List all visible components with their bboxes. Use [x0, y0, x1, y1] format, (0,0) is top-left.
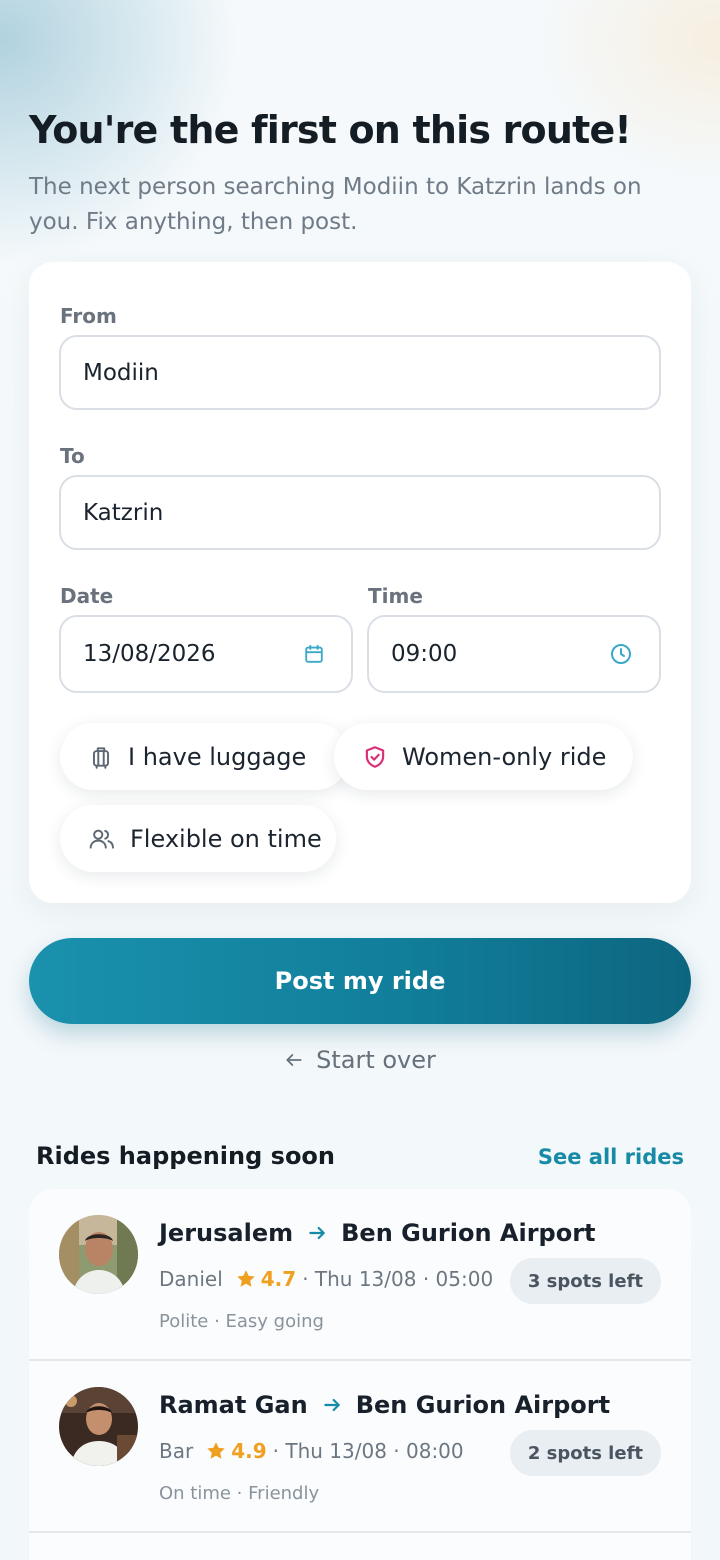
- ride-origin: Ramat Gan: [159, 1391, 308, 1419]
- luggage-icon: [88, 744, 114, 770]
- avatar: [59, 1387, 138, 1466]
- section-title-rides-soon: Rides happening soon: [36, 1142, 336, 1170]
- page-title: You're the first on this route!: [29, 108, 632, 152]
- driver-rating: 4.7: [260, 1267, 297, 1291]
- ride-destination: Ben Gurion Airport: [355, 1391, 611, 1419]
- driver-name: Bar: [159, 1439, 194, 1463]
- to-input[interactable]: Katzrin: [59, 475, 661, 550]
- flexible-time-label: Flexible on time: [130, 824, 322, 853]
- driver-rating: 4.9: [231, 1439, 267, 1463]
- time-input[interactable]: 09:00: [367, 615, 661, 693]
- ride-time: · Thu 13/08 · 08:00: [272, 1439, 464, 1463]
- date-value: 13/08/2026: [83, 641, 216, 667]
- to-label: To: [60, 444, 85, 468]
- arrow-left-icon: [284, 1050, 304, 1070]
- start-over-label: Start over: [316, 1046, 436, 1074]
- ride-origin: Jerusalem: [159, 1219, 294, 1247]
- ride-time: · Thu 13/08 · 05:00: [302, 1267, 494, 1291]
- calendar-icon[interactable]: [303, 643, 325, 665]
- page-subtitle: The next person searching Modiin to Katz…: [29, 174, 642, 235]
- post-ride-screen: You're the first on this route! The next…: [0, 0, 720, 1560]
- star-icon: [235, 1268, 257, 1290]
- date-label: Date: [60, 584, 114, 608]
- from-value: Modiin: [83, 359, 159, 386]
- post-ride-button[interactable]: Post my ride: [29, 938, 691, 1024]
- ride-tags: On time · Friendly: [159, 1483, 320, 1504]
- ride-meta: Bar 4.9 · Thu 13/08 · 08:00: [159, 1439, 464, 1463]
- ride-card[interactable]: Ramat Gan Ben Gurion Airport Bar 4.9 · T…: [29, 1361, 691, 1533]
- shield-icon: [362, 744, 388, 770]
- star-icon: [205, 1440, 227, 1462]
- ride-meta: Daniel 4.7 · Thu 13/08 · 05:00: [159, 1267, 493, 1291]
- see-all-rides-link[interactable]: See all rides: [538, 1145, 684, 1169]
- from-input[interactable]: Modiin: [59, 335, 661, 410]
- ride-destination: Ben Gurion Airport: [341, 1219, 596, 1247]
- to-value: Katzrin: [83, 499, 164, 526]
- arrow-right-icon: [307, 1223, 327, 1243]
- upcoming-rides-list: Jerusalem Ben Gurion Airport Daniel 4.7: [29, 1189, 691, 1560]
- from-label: From: [60, 304, 117, 328]
- spots-badge: 2 spots left: [509, 1430, 661, 1476]
- flexible-time-toggle[interactable]: Flexible on time: [60, 805, 336, 872]
- ride-form-card: From Modiin To Katzrin Date 13/08/2026 T…: [29, 262, 691, 903]
- women-only-toggle[interactable]: Women-only ride: [334, 723, 633, 790]
- driver-name: Daniel: [159, 1267, 223, 1291]
- women-only-label: Women-only ride: [402, 742, 607, 771]
- ride-route: Ramat Gan Ben Gurion Airport: [159, 1391, 610, 1419]
- time-label: Time: [368, 584, 423, 608]
- spots-badge: 3 spots left: [509, 1258, 661, 1304]
- avatar: [59, 1215, 138, 1294]
- clock-icon[interactable]: [609, 642, 633, 666]
- ride-route: Jerusalem Ben Gurion Airport: [159, 1219, 596, 1247]
- start-over-link[interactable]: Start over: [0, 1046, 720, 1074]
- people-icon: [88, 826, 116, 852]
- time-value: 09:00: [391, 641, 458, 667]
- arrow-right-icon: [322, 1395, 342, 1415]
- date-input[interactable]: 13/08/2026: [59, 615, 353, 693]
- luggage-label: I have luggage: [128, 742, 307, 771]
- luggage-toggle[interactable]: I have luggage: [60, 723, 349, 790]
- ride-tags: Polite · Easy going: [159, 1311, 324, 1332]
- ride-card[interactable]: Jerusalem Ben Gurion Airport Daniel 4.7: [29, 1189, 691, 1361]
